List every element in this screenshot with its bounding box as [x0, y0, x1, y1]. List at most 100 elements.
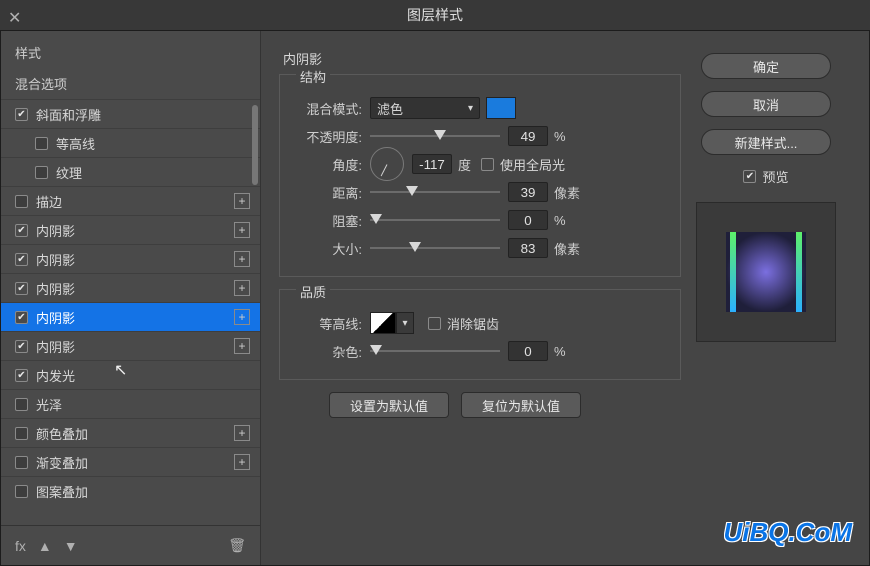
add-effect-icon[interactable]: +: [234, 251, 250, 267]
effect-label: 内阴影: [36, 337, 234, 356]
add-effect-icon[interactable]: +: [234, 338, 250, 354]
effect-row-4[interactable]: 内阴影+: [1, 215, 260, 244]
contour-dropdown[interactable]: ▾: [396, 312, 414, 334]
trash-icon[interactable]: 🗑: [228, 537, 246, 554]
move-up-icon[interactable]: ▲: [38, 538, 52, 554]
noise-unit: %: [554, 344, 566, 359]
effect-row-6[interactable]: 内阴影+: [1, 273, 260, 302]
size-input[interactable]: [508, 238, 548, 258]
effect-checkbox[interactable]: [15, 398, 28, 411]
sidebar-blending-header[interactable]: 混合选项: [1, 68, 260, 99]
effect-checkbox[interactable]: [15, 311, 28, 324]
move-down-icon[interactable]: ▼: [64, 538, 78, 554]
quality-legend: 品质: [296, 282, 330, 301]
effect-row-2[interactable]: 纹理: [1, 157, 260, 186]
effect-label: 渐变叠加: [36, 453, 234, 472]
effect-row-0[interactable]: 斜面和浮雕: [1, 99, 260, 128]
add-effect-icon[interactable]: +: [234, 280, 250, 296]
add-effect-icon[interactable]: +: [234, 222, 250, 238]
effect-row-5[interactable]: 内阴影+: [1, 244, 260, 273]
title-bar: ✕ 图层样式: [0, 0, 870, 30]
add-effect-icon[interactable]: +: [234, 425, 250, 441]
size-label: 大小:: [292, 239, 362, 258]
effect-row-10[interactable]: 光泽: [1, 389, 260, 418]
opacity-unit: %: [554, 129, 566, 144]
add-effect-icon[interactable]: +: [234, 454, 250, 470]
new-style-button[interactable]: 新建样式...: [701, 129, 831, 155]
distance-unit: 像素: [554, 183, 580, 202]
effect-checkbox[interactable]: [35, 166, 48, 179]
effect-checkbox[interactable]: [15, 224, 28, 237]
effect-checkbox[interactable]: [15, 108, 28, 121]
angle-input[interactable]: [412, 154, 452, 174]
global-light-label: 使用全局光: [500, 155, 565, 174]
panel-title: 内阴影: [279, 41, 681, 74]
sidebar-styles-header[interactable]: 样式: [1, 31, 260, 68]
dialog-body: 样式 混合选项 斜面和浮雕等高线纹理描边+内阴影+内阴影+内阴影+内阴影+内阴影…: [0, 30, 870, 566]
effect-checkbox[interactable]: [15, 253, 28, 266]
choke-unit: %: [554, 213, 566, 228]
effect-label: 内阴影: [36, 250, 234, 269]
effect-checkbox[interactable]: [15, 369, 28, 382]
effect-row-8[interactable]: 内阴影+: [1, 331, 260, 360]
effect-label: 等高线: [56, 134, 250, 153]
scrollbar[interactable]: [252, 105, 258, 185]
effect-row-12[interactable]: 渐变叠加+: [1, 447, 260, 476]
distance-input[interactable]: [508, 182, 548, 202]
preview-thumbnail: [726, 232, 806, 312]
noise-label: 杂色:: [292, 342, 362, 361]
size-unit: 像素: [554, 239, 580, 258]
right-column: 确定 取消 新建样式... 预览: [681, 41, 851, 555]
blend-mode-select[interactable]: 滤色 ▾: [370, 97, 480, 119]
angle-label: 角度:: [292, 155, 362, 174]
quality-group: 品质 等高线: ▾ 消除锯齿 杂色: %: [279, 289, 681, 380]
effect-label: 内阴影: [36, 221, 234, 240]
effect-row-13[interactable]: 图案叠加: [1, 476, 260, 505]
preview-label: 预览: [762, 167, 788, 186]
effect-checkbox[interactable]: [15, 340, 28, 353]
distance-slider[interactable]: [370, 182, 500, 202]
noise-slider[interactable]: [370, 341, 500, 361]
effect-label: 颜色叠加: [36, 424, 234, 443]
size-slider[interactable]: [370, 238, 500, 258]
cancel-button[interactable]: 取消: [701, 91, 831, 117]
effect-checkbox[interactable]: [15, 485, 28, 498]
antialias-checkbox[interactable]: [428, 317, 441, 330]
effect-row-11[interactable]: 颜色叠加+: [1, 418, 260, 447]
effect-row-9[interactable]: 内发光: [1, 360, 260, 389]
make-default-button[interactable]: 设置为默认值: [329, 392, 449, 418]
angle-unit: 度: [458, 155, 471, 174]
effect-row-7[interactable]: 内阴影+: [1, 302, 260, 331]
add-effect-icon[interactable]: +: [234, 309, 250, 325]
effect-checkbox[interactable]: [15, 195, 28, 208]
structure-legend: 结构: [296, 67, 330, 86]
global-light-checkbox[interactable]: [481, 158, 494, 171]
opacity-input[interactable]: [508, 126, 548, 146]
add-effect-icon[interactable]: +: [234, 193, 250, 209]
watermark-text: UiBQ.CoM: [723, 517, 852, 548]
close-icon[interactable]: ✕: [8, 8, 21, 28]
chevron-down-icon: ▾: [468, 103, 473, 114]
main-panel: 内阴影 结构 混合模式: 滤色 ▾ 不透明度:: [261, 31, 869, 565]
opacity-slider[interactable]: [370, 126, 500, 146]
choke-input[interactable]: [508, 210, 548, 230]
effect-label: 斜面和浮雕: [36, 105, 250, 124]
ok-button[interactable]: 确定: [701, 53, 831, 79]
antialias-label: 消除锯齿: [447, 314, 499, 333]
choke-slider[interactable]: [370, 210, 500, 230]
effect-row-3[interactable]: 描边+: [1, 186, 260, 215]
effect-checkbox[interactable]: [15, 282, 28, 295]
angle-dial[interactable]: [370, 147, 404, 181]
contour-swatch[interactable]: [370, 312, 396, 334]
effect-checkbox[interactable]: [15, 456, 28, 469]
noise-input[interactable]: [508, 341, 548, 361]
reset-default-button[interactable]: 复位为默认值: [461, 392, 581, 418]
contour-label: 等高线:: [292, 314, 362, 333]
preview-checkbox[interactable]: [743, 170, 756, 183]
effect-checkbox[interactable]: [15, 427, 28, 440]
color-swatch[interactable]: [486, 97, 516, 119]
effect-checkbox[interactable]: [35, 137, 48, 150]
blend-mode-label: 混合模式:: [292, 99, 362, 118]
fx-icon[interactable]: fx: [15, 538, 26, 554]
effect-row-1[interactable]: 等高线: [1, 128, 260, 157]
